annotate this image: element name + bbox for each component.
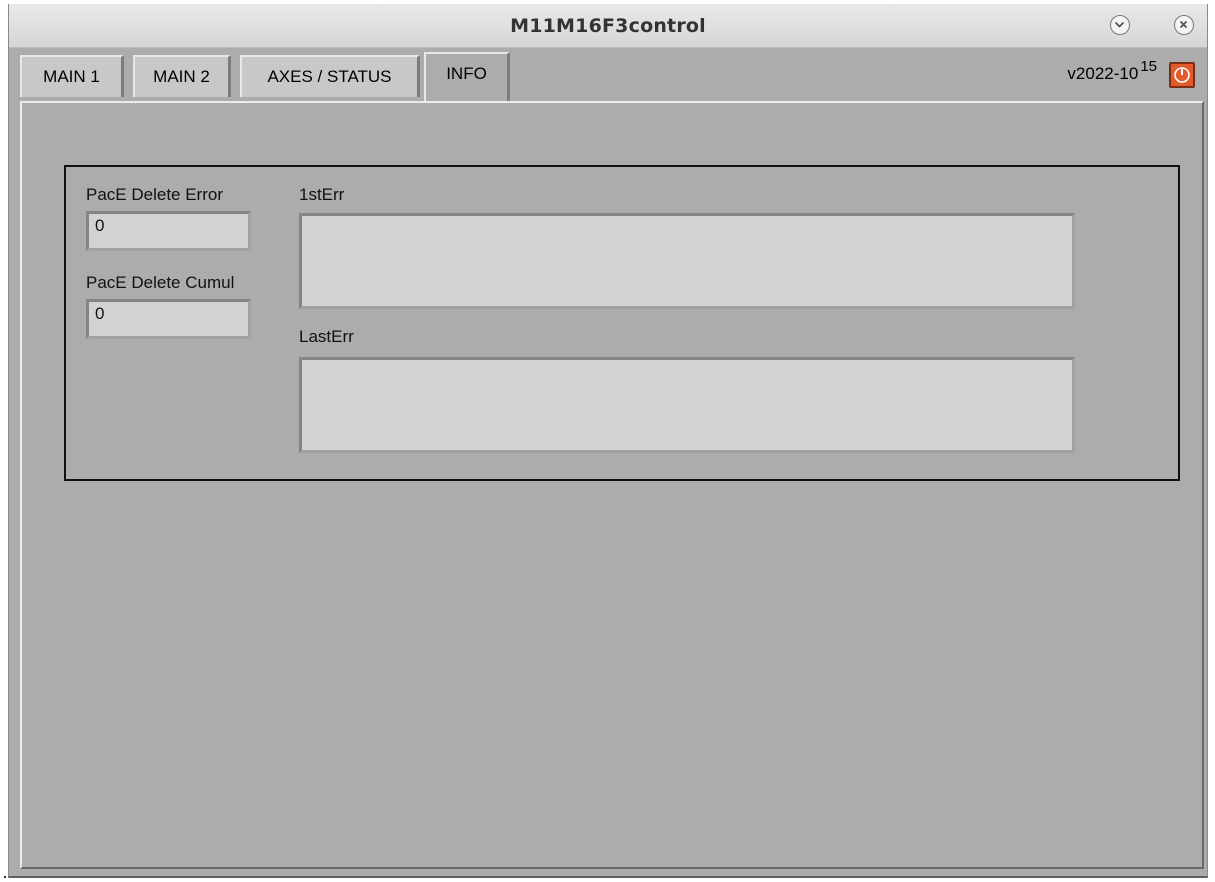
tab-main-1[interactable]: MAIN 1 — [20, 55, 124, 97]
window-titlebar[interactable]: M11M16F3control — [9, 4, 1207, 48]
close-icon — [1180, 21, 1187, 28]
tab-axes-status[interactable]: AXES / STATUS — [240, 55, 420, 97]
error-info-frame: PacE Delete Error 0 PacE Delete Cumul 0 … — [64, 165, 1180, 481]
close-button[interactable] — [1174, 15, 1194, 35]
power-icon — [1174, 67, 1190, 83]
first-error-field — [299, 213, 1075, 309]
info-tab-panel: PacE Delete Error 0 PacE Delete Cumul 0 … — [20, 101, 1204, 869]
tab-info[interactable]: INFO — [424, 52, 510, 101]
edge-mark — [4, 876, 6, 878]
version-label: v2022-10 15 — [1067, 58, 1157, 84]
window-title: M11M16F3control — [510, 15, 706, 37]
minimize-button[interactable] — [1110, 15, 1130, 35]
pace-delete-error-field: 0 — [86, 211, 251, 251]
version-superscript: 15 — [1140, 58, 1157, 75]
pace-delete-error-label: PacE Delete Error — [86, 185, 223, 204]
application-window: M11M16F3control MAIN 1 MAIN 2 AXES / STA… — [8, 4, 1208, 878]
version-text: v2022-10 — [1067, 64, 1139, 83]
chevron-down-icon — [1115, 22, 1124, 28]
last-error-label: LastErr — [299, 327, 354, 346]
power-button[interactable] — [1169, 62, 1195, 88]
last-error-field — [299, 357, 1075, 453]
tab-main-2[interactable]: MAIN 2 — [133, 55, 231, 97]
pace-delete-cumul-field: 0 — [86, 299, 251, 339]
first-error-label: 1stErr — [299, 185, 345, 204]
pace-delete-cumul-label: PacE Delete Cumul — [86, 273, 235, 292]
